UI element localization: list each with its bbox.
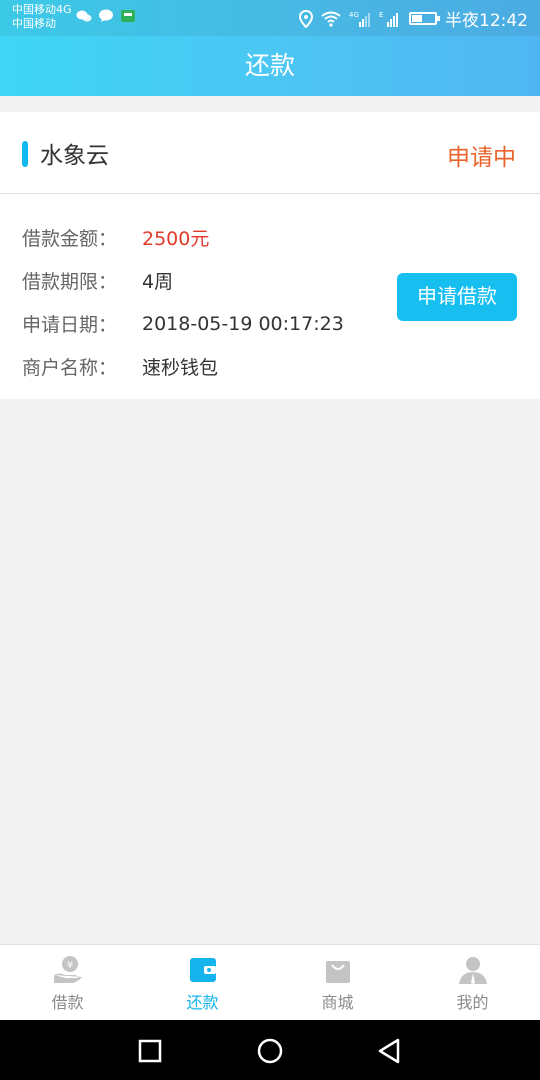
location-icon: [299, 9, 313, 28]
nav-item-loan[interactable]: ¥ 借款: [0, 945, 135, 1020]
notification-icons: [76, 9, 136, 23]
detail-row-merchant: 商户名称： 速秒钱包: [22, 345, 344, 388]
status-right: 4G E 半夜12:42: [299, 6, 528, 31]
carrier-primary: 中国移动4G: [12, 3, 72, 16]
app-notification-icon: [121, 10, 135, 22]
merchant-value: 速秒钱包: [142, 357, 219, 379]
back-icon[interactable]: [376, 1037, 404, 1065]
nav-label-loan: 借款: [51, 993, 84, 1012]
loan-card-header: 水象云 申请中: [0, 112, 540, 194]
status-badge: 申请中: [447, 145, 516, 171]
signal-e-icon: E: [379, 11, 398, 27]
wechat-icon: [76, 10, 92, 22]
svg-text:4G: 4G: [349, 11, 359, 19]
message-icon: [99, 9, 113, 22]
nav-label-mall: 商城: [321, 993, 354, 1012]
detail-row-amount: 借款金额： 2500元: [22, 216, 344, 259]
loan-details: 借款金额： 2500元 借款期限： 4周 申请日期： 2018-05-19 00…: [22, 216, 344, 388]
detail-row-term: 借款期限： 4周: [22, 259, 344, 302]
svg-text:E: E: [379, 11, 383, 19]
carrier-info: 中国移动4G 中国移动: [12, 3, 72, 31]
term-value: 4周: [142, 271, 174, 293]
loan-icon: ¥: [53, 956, 82, 983]
system-nav-bar: [0, 1020, 540, 1080]
nav-item-mine[interactable]: 我的: [405, 945, 540, 1020]
wifi-icon: [321, 11, 341, 27]
clock: 半夜12:42: [445, 11, 528, 31]
amount-value: 2500元: [142, 228, 210, 250]
app-top: 中国移动4G 中国移动 4G E 半夜12:42 还款: [0, 0, 540, 96]
nav-label-mine: 我的: [456, 993, 489, 1012]
amount-label: 借款金额：: [22, 228, 118, 250]
wallet-icon: [189, 958, 216, 982]
signal-4g-icon: 4G: [349, 11, 370, 27]
home-icon[interactable]: [256, 1037, 284, 1065]
nav-label-repay: 还款: [186, 993, 219, 1012]
nav-item-repay[interactable]: 还款: [135, 945, 270, 1020]
nav-item-mall[interactable]: 商城: [270, 945, 405, 1020]
accent-bar: [22, 141, 28, 167]
shopping-bag-icon: [325, 961, 350, 983]
detail-row-date: 申请日期： 2018-05-19 00:17:23: [22, 302, 344, 345]
recent-apps-icon[interactable]: [136, 1037, 164, 1065]
battery-icon: [409, 12, 440, 25]
bottom-nav: ¥ 借款 还款 商城 我的: [0, 944, 540, 1020]
status-bar: 中国移动4G 中国移动 4G E 半夜12:42: [0, 0, 540, 36]
date-value: 2018-05-19 00:17:23: [142, 312, 344, 335]
page-title: 还款: [244, 51, 295, 80]
carrier-secondary: 中国移动: [12, 17, 56, 30]
loan-card: 水象云 申请中 借款金额： 2500元 借款期限： 4周 申请日期： 2018-…: [0, 112, 540, 399]
svg-text:¥: ¥: [66, 960, 72, 971]
merchant-label: 商户名称：: [22, 357, 118, 379]
apply-loan-button[interactable]: 申请借款: [397, 273, 517, 321]
lender-name: 水象云: [40, 143, 109, 169]
profile-icon: [458, 957, 487, 984]
date-label: 申请日期：: [22, 314, 118, 336]
term-label: 借款期限：: [22, 271, 118, 293]
